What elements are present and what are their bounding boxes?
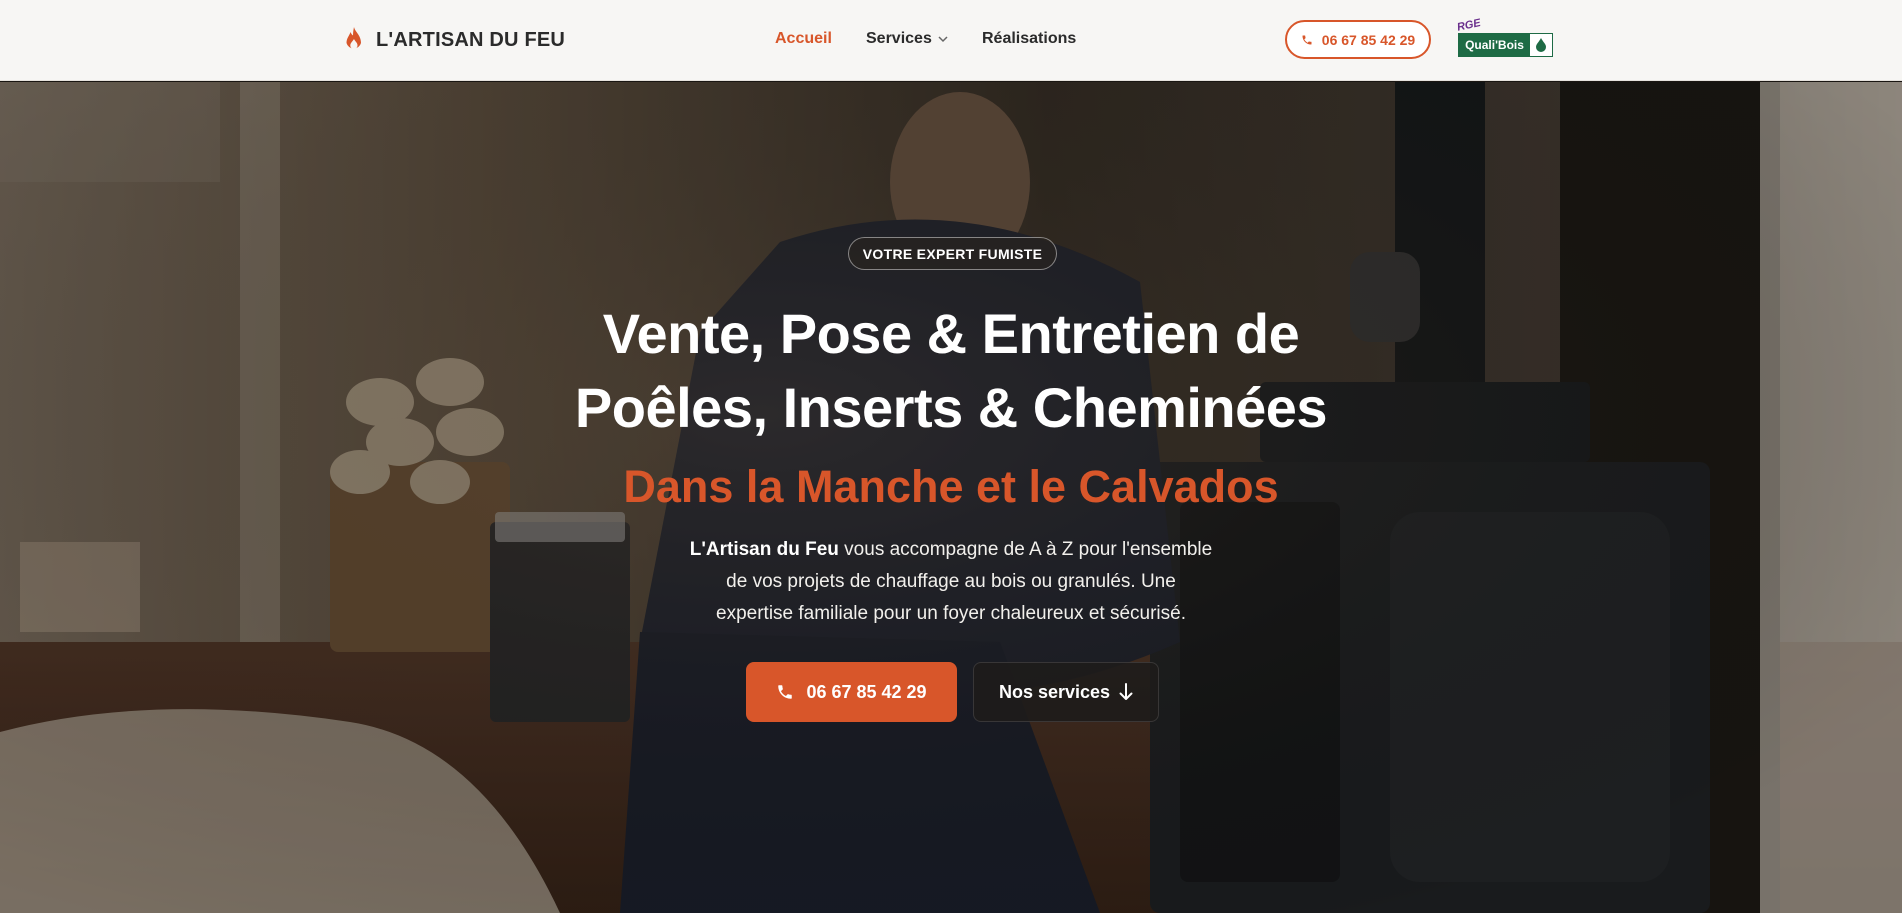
nav-services[interactable]: Services [866,30,948,48]
hero-eyebrow-badge: VOTRE EXPERT FUMISTE [848,237,1057,270]
hero-desc-line1: L'Artisan du Feu vous accompagne de A à … [651,534,1251,566]
brand-name: L'ARTISAN DU FEU [376,28,566,51]
nav-realisations[interactable]: Réalisations [982,30,1076,48]
hero-description: L'Artisan du Feu vous accompagne de A à … [651,534,1251,630]
hero-subtitle: Dans la Manche et le Calvados [623,461,1279,512]
cta-services-label: Nos services [998,681,1111,702]
header-phone-number: 06 67 85 42 29 [1321,31,1416,48]
hero-title-line1: Vente, Pose & Entretien de [602,302,1300,365]
hero-title-line2: Poêles, Inserts & Cheminées [574,376,1328,439]
phone-icon [1302,35,1312,44]
rge-label: RGE [1456,17,1482,34]
header-phone-button[interactable]: 06 67 85 42 29 [1285,20,1431,59]
cta-services-button[interactable]: Nos services [973,662,1159,722]
hero-desc-brand: L'Artisan du Feu [689,539,839,560]
leaf-drop-icon [1530,34,1552,56]
cta-call-button[interactable]: 06 67 85 42 29 [746,662,957,722]
hero-desc-line3: expertise familiale pour un foyer chaleu… [716,603,1186,624]
brand-logo[interactable]: L'ARTISAN DU FEU [342,26,565,54]
chevron-down-icon [938,35,948,42]
hero-desc-line1-rest: vous accompagne de A à Z pour l'ensemble [838,539,1213,560]
phone-icon [778,685,793,699]
arrow-down-icon [1119,683,1133,700]
qualibois-box: Quali'Bois [1458,33,1553,57]
hero-desc-line2: de vos projets de chauffage au bois ou g… [726,571,1176,592]
site-header: L'ARTISAN DU FEU Accueil Services Réalis… [0,0,1902,81]
rge-qualibois-badge: RGE Quali'Bois [1454,17,1555,58]
qualibois-label: Quali'Bois [1459,34,1530,56]
cta-call-label: 06 67 85 42 29 [806,681,927,702]
nav-accueil[interactable]: Accueil [775,30,832,48]
hero-title: Vente, Pose & Entretien de Poêles, Inser… [451,297,1451,445]
nav-services-label: Services [866,30,932,47]
hero-section: VOTRE EXPERT FUMISTE Vente, Pose & Entre… [0,82,1902,913]
flame-icon [346,27,361,50]
